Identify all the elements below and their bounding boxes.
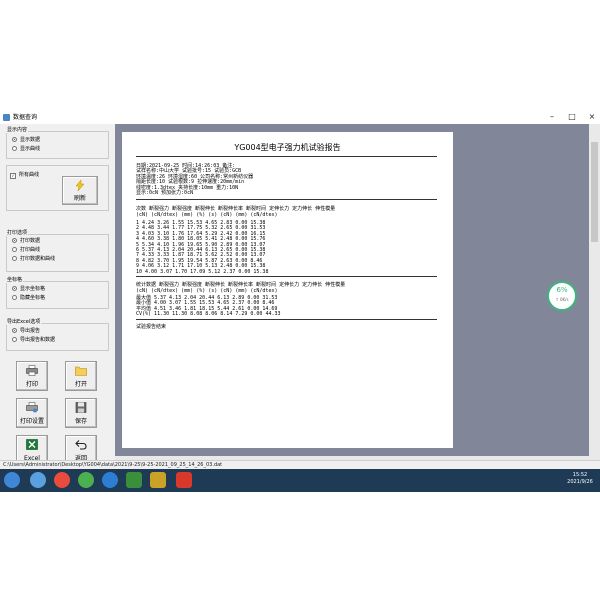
info-divider [136,199,437,200]
radio-print-data-and-curve-dot [12,256,17,261]
title-divider [136,156,437,157]
browser-icon[interactable] [54,472,70,488]
vertical-scroll-thumb[interactable] [591,142,598,242]
printer-icon [26,365,38,376]
radio-show-grid-label: 显示坐标格 [20,286,46,292]
file-path: C:\Users\Administrator\Desktop\YG004\dat… [3,462,223,468]
maximize-button[interactable]: □ [562,111,582,122]
report-title: YG004型电子强力机试验报告 [234,143,341,152]
radio-print-curve-dot [12,247,17,252]
grid-options-title: 坐标格 [6,277,24,283]
save-button-label: 保存 [74,418,87,425]
radio-export-report-and-data[interactable]: 导出报告和数据 [12,337,55,343]
radio-show-grid[interactable]: 显示坐标格 [12,286,45,292]
stats-header-line-2: (cN) (cN/dtex) (mm) (%) (s) (cN) (mm) (c… [136,288,278,294]
left-panel: 显示内容 显示数据 显示曲线 ✓ 所有曲线 刷新 打印选项 打印数据 打印曲线 打… [0,124,115,467]
data-divider [136,276,437,277]
radio-show-data[interactable]: 显示数据 [12,137,40,143]
start-button[interactable] [4,472,20,488]
all-curves-checkbox[interactable]: ✓ 所有曲线 [10,172,39,179]
report-page: YG004型电子强力机试验报告 日期:2021-09-25 时间:14:26:0… [122,132,453,448]
vertical-scrollbar[interactable] [589,124,600,467]
chart-app-icon[interactable] [150,472,166,488]
print-setup-button-label: 打印设置 [19,418,44,425]
stats-divider [136,319,437,320]
app-blue-icon[interactable] [102,472,118,488]
radio-print-curve[interactable]: 打印曲线 [12,247,40,253]
clock-date: 2021/9/26 [567,479,593,485]
display-group [6,131,109,159]
radio-print-data[interactable]: 打印数据 [12,238,40,244]
print-button-label: 打印 [25,381,38,388]
print-setup-button[interactable]: 打印设置 [16,398,48,428]
folder-icon [75,366,87,376]
radio-show-data-dot [12,137,17,142]
screen: 数据查询 – □ × 显示内容 显示数据 显示曲线 ✓ 所有曲线 刷新 打印选项 … [0,0,600,600]
radio-hide-grid-dot [12,295,17,300]
radio-print-data-label: 打印数据 [20,238,41,244]
report-footer: 试验报告结束 [136,324,167,330]
excel-options-title: 导出Excel选项 [6,319,42,325]
close-button[interactable]: × [582,111,600,122]
upload-speed: ↑ 0K/s [555,297,569,302]
radio-export-report-and-data-label: 导出报告和数据 [20,337,56,343]
radio-print-curve-label: 打印曲线 [20,247,41,253]
data-row: 10 4.00 3.07 1.70 17.09 5.12 2.37 0.00 1… [136,268,269,275]
clock-time: 15:52 [572,472,588,478]
lightning-icon [75,180,85,191]
radio-print-data-dot [12,238,17,243]
radio-export-report-dot [12,328,17,333]
all-curves-label: 所有曲线 [19,172,40,178]
radio-show-grid-dot [12,286,17,291]
radio-export-report[interactable]: 导出报告 [12,328,40,334]
print-button[interactable]: 打印 [16,361,48,391]
radio-show-curve[interactable]: 显示曲线 [12,146,40,152]
app-green-icon[interactable] [78,472,94,488]
radio-hide-grid-label: 隐藏坐标格 [20,295,46,301]
system-clock[interactable]: 15:52 2021/9/26 [560,472,600,486]
refresh-button-label: 刷新 [73,195,86,202]
radio-show-curve-dot [12,146,17,151]
radio-hide-grid[interactable]: 隐藏坐标格 [12,295,45,301]
save-icon [75,402,87,413]
active-app-icon[interactable] [176,472,192,488]
radio-print-data-and-curve[interactable]: 打印数据和曲线 [12,256,55,262]
print-setup-icon [26,402,38,413]
file-explorer-icon[interactable] [30,472,46,488]
progress-percent: 6% [556,286,568,294]
minimize-button[interactable]: – [542,111,562,122]
window-title: 数据查询 [13,114,38,121]
stats-row: CV(%) 11.30 11.30 8.08 8.06 8.14 7.29 0.… [136,311,281,318]
network-speed-widget[interactable]: 6% ↑ 0K/s [547,281,577,311]
radio-print-data-and-curve-label: 打印数据和曲线 [20,256,56,262]
app-icon [3,114,10,121]
display-group-title: 显示内容 [6,127,29,133]
excel-icon [26,439,38,450]
radio-export-report-and-data-dot [12,337,17,342]
open-button-label: 打开 [74,381,87,388]
print-options-title: 打印选项 [6,230,29,236]
taskbar: 15:52 2021/9/26 [0,469,600,492]
all-curves-check-mark: ✓ [10,173,16,179]
return-arrow-icon [75,440,87,450]
refresh-button[interactable]: 刷新 [62,176,98,205]
save-button[interactable]: 保存 [65,398,97,428]
radio-show-curve-label: 显示曲线 [20,146,41,152]
report-info-line-6: 显示:0cN 预加张力:0cN [136,190,194,196]
radio-export-report-label: 导出报告 [20,328,41,334]
data-header-line-2: (cN) (cN/dtex) (mm) (%) (s) (cN) (mm) (c… [136,212,278,218]
open-button[interactable]: 打开 [65,361,97,391]
radio-show-data-label: 显示数据 [20,137,41,143]
app-terminal-icon[interactable] [126,472,142,488]
title-bar: 数据查询 – □ × [0,111,600,124]
